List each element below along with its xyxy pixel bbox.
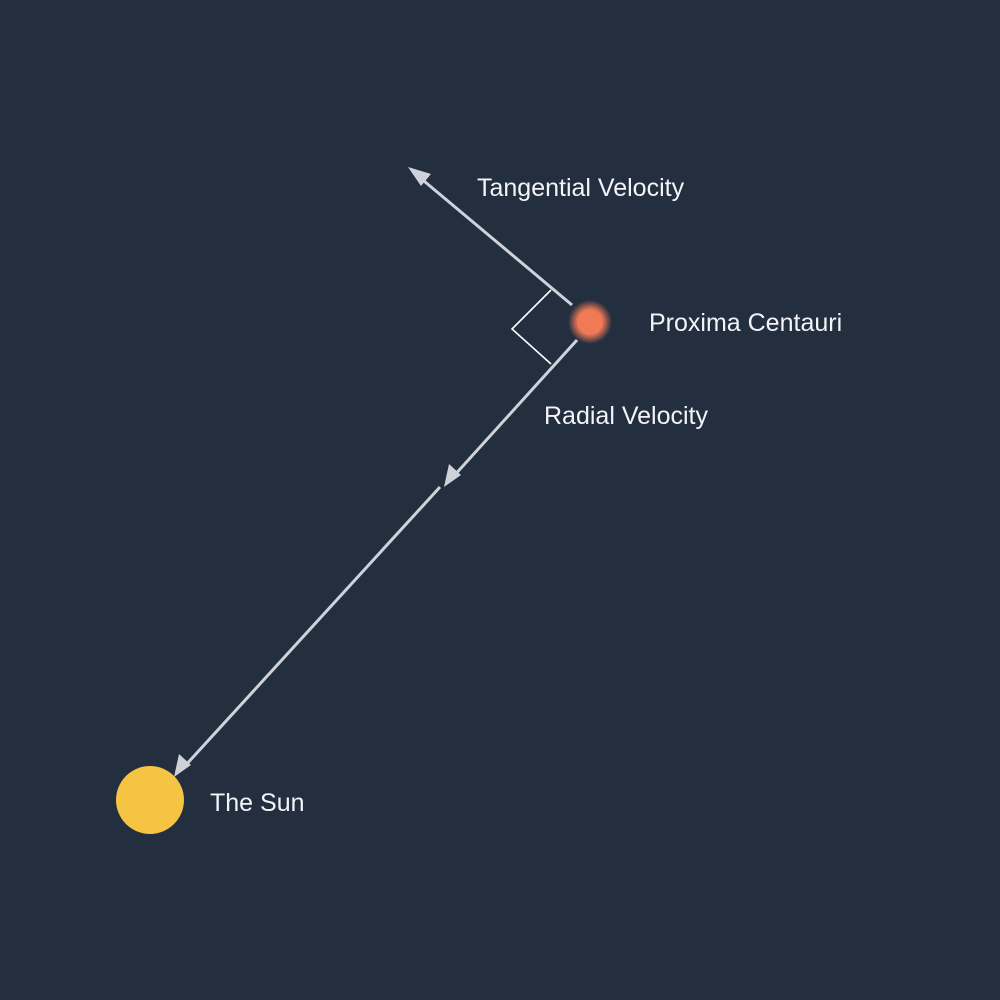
line-of-sight-arrow xyxy=(182,485,442,769)
radial-velocity-label: Radial Velocity xyxy=(544,402,708,430)
star-velocity-diagram: Tangential Velocity Proxima Centauri Rad… xyxy=(116,167,842,834)
sun-label: The Sun xyxy=(210,789,305,817)
sun-arrowhead xyxy=(174,754,191,777)
right-angle-marker xyxy=(510,289,552,365)
radial-velocity-arrowhead xyxy=(444,464,461,487)
tangential-velocity-label: Tangential Velocity xyxy=(477,174,685,202)
proxima-centauri-star xyxy=(568,300,612,344)
proxima-centauri-label: Proxima Centauri xyxy=(649,309,842,337)
sun-circle xyxy=(116,766,184,834)
